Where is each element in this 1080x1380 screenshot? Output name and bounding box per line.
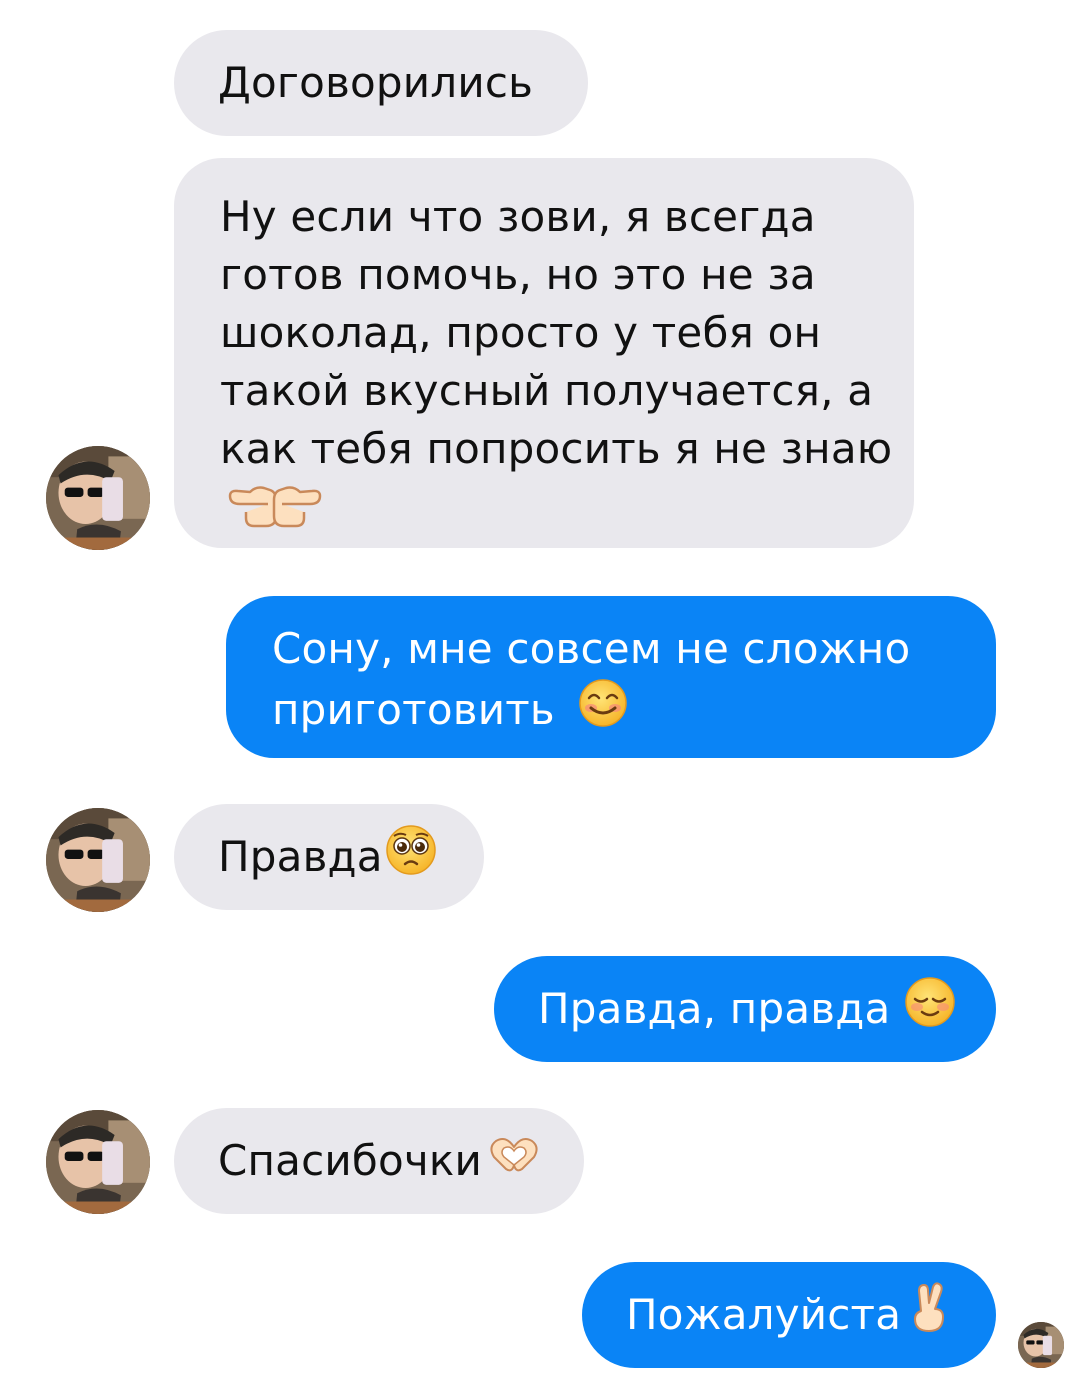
message-bubble-incoming[interactable]: Правда [174,804,484,910]
message-bubble-incoming[interactable]: Ну если что зови, я всегда готов помочь,… [174,158,914,548]
message-text: Спасибочки [218,1136,482,1185]
contact-avatar-icon[interactable] [46,446,150,550]
relieved-face-icon [904,976,956,1043]
message-bubble-incoming[interactable]: Договорились [174,30,588,136]
message-bubble-incoming[interactable]: Спасибочки [174,1108,584,1214]
message-text-line: готов помочь, но это не за [220,250,816,299]
message-text-line: такой вкусный получается, а [220,366,874,415]
contact-avatar-icon[interactable] [46,808,150,912]
message-text: Правда [218,832,383,881]
smiling-face-icon [578,678,628,743]
message-text-line: приготовить [272,685,555,734]
contact-avatar-icon[interactable] [46,1110,150,1214]
pleading-face-icon [385,824,437,891]
message-text: Правда, правда [538,984,891,1033]
message-text-line: шоколад, просто у тебя он [220,308,822,357]
message-text: Договорились [218,58,534,107]
message-text-line: Сону, мне совсем не сложно [272,624,911,673]
message-text-line-with-emoji: приготовить [272,678,950,743]
message-text: Пожалуйста [626,1290,902,1339]
heart-hands-icon [484,1132,544,1190]
message-text-line: как тебя попросить я не знаю [220,424,893,473]
crossed-fingers-icon [909,1281,949,1350]
message-bubble-outgoing[interactable]: Пожалуйста [582,1262,996,1368]
message-bubble-outgoing[interactable]: Правда, правда [494,956,996,1062]
read-receipt-avatar-icon [1018,1322,1064,1368]
pointing-fingers-emoji-icon [220,482,868,547]
message-text-line: Ну если что зови, я всегда [220,192,816,241]
message-bubble-outgoing[interactable]: Сону, мне совсем не сложно приготовить [226,596,996,758]
